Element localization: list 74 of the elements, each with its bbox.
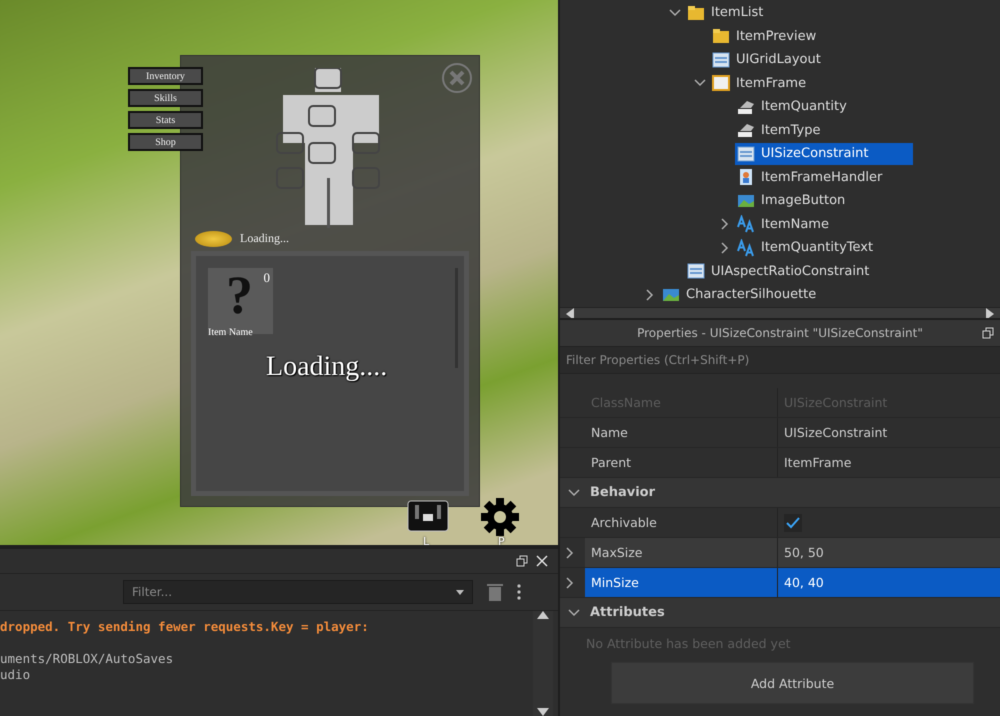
tree-item[interactable]: ItemName — [735, 213, 833, 236]
scroll-left-icon[interactable] — [566, 308, 574, 318]
horizontal-scrollbar[interactable] — [560, 306, 1000, 318]
coin-icon — [195, 231, 232, 247]
text-icon — [737, 215, 755, 234]
caret-icon — [456, 590, 464, 594]
filter-dropdown[interactable]: Filter... — [123, 580, 473, 604]
panel-title: Properties - UISizeConstraint "UISizeConstraint" — [637, 326, 923, 340]
tree-item[interactable]: ItemFrameHandler — [735, 166, 886, 188]
chevron-right-icon[interactable] — [566, 576, 574, 588]
chevron-right-icon[interactable] — [721, 218, 729, 230]
tree-item[interactable]: ItemQuantity — [735, 96, 851, 118]
restore-icon[interactable] — [982, 327, 994, 339]
property-value[interactable]: 40, 40 — [784, 575, 824, 590]
chevron-right-icon[interactable] — [566, 546, 574, 558]
checkbox[interactable] — [784, 514, 802, 532]
tree-item[interactable]: ItemList — [685, 2, 768, 24]
hotkey-label: P — [498, 535, 505, 545]
restore-icon[interactable] — [516, 555, 528, 567]
scroll-right-icon[interactable] — [986, 308, 994, 318]
chevron-down-icon[interactable] — [669, 8, 681, 17]
property-value[interactable]: UISizeConstraint — [784, 425, 888, 440]
list-icon — [712, 50, 730, 69]
property-name[interactable]: Name — [585, 418, 778, 447]
menu-button[interactable]: Shop — [128, 133, 203, 151]
property-name[interactable]: Archivable — [585, 508, 778, 537]
list-icon — [737, 144, 755, 163]
property-value[interactable]: 50, 50 — [784, 545, 824, 560]
folder-icon — [712, 27, 730, 46]
property-name[interactable]: MinSize — [585, 568, 778, 597]
checkmark-icon — [786, 516, 800, 528]
trash-icon[interactable] — [487, 583, 503, 601]
tree-item[interactable]: ItemQuantityText — [735, 236, 878, 259]
section-header[interactable]: Behavior — [590, 485, 656, 500]
scroll-up-icon[interactable] — [537, 611, 549, 619]
folder-icon — [687, 4, 705, 22]
log-line: udio — [0, 667, 32, 683]
settings-icon[interactable] — [480, 497, 520, 537]
menu-button[interactable]: Inventory — [128, 67, 203, 85]
loading-text: Loading.... — [266, 351, 388, 383]
tree-item[interactable]: UIGridLayout — [710, 48, 825, 71]
chevron-right-icon[interactable] — [721, 242, 729, 254]
menu-button[interactable]: Stats — [128, 111, 203, 129]
filter-field[interactable]: Filter Properties (Ctrl+Shift+P) — [560, 347, 1000, 374]
tree-item[interactable]: ItemPreview — [710, 25, 820, 48]
property-value[interactable]: ItemFrame — [784, 455, 852, 470]
list-icon — [687, 262, 705, 280]
chevron-down-icon[interactable] — [568, 488, 580, 496]
chevron-down-icon[interactable] — [694, 79, 706, 88]
log-line: uments/ROBLOX/AutoSaves — [0, 651, 174, 667]
warning-line: dropped. Try sending fewer requests.Key = player: — [0, 619, 370, 635]
scroll-down-icon[interactable] — [537, 708, 549, 716]
hotkey-label: L — [423, 535, 430, 545]
tree-item[interactable]: ItemFrame — [710, 72, 810, 94]
more-icon[interactable] — [517, 584, 521, 600]
tree-item[interactable]: CharacterSilhouette — [660, 284, 820, 306]
tree-item[interactable]: ItemType — [735, 119, 824, 142]
tree-item[interactable]: ImageButton — [735, 190, 850, 212]
chevron-down-icon[interactable] — [568, 608, 580, 616]
currency-text: Loading... — [240, 231, 289, 246]
property-name[interactable]: MaxSize — [585, 538, 778, 567]
section-header[interactable]: Attributes — [590, 605, 665, 620]
property-name[interactable]: Parent — [585, 448, 778, 477]
add-attribute-button[interactable]: Add Attribute — [611, 662, 974, 704]
tag-icon — [737, 121, 755, 140]
text-icon — [737, 238, 755, 257]
frame-icon — [712, 74, 730, 92]
item-quantity: 0 — [264, 270, 270, 286]
tree-item[interactable]: UIAspectRatioConstraint — [685, 260, 874, 282]
tree-item[interactable]: UISizeConstraint — [735, 142, 913, 165]
scrollbar[interactable] — [533, 611, 553, 716]
menu-button[interactable]: Skills — [128, 89, 203, 107]
script-icon — [737, 168, 755, 186]
chevron-right-icon[interactable] — [646, 288, 654, 301]
